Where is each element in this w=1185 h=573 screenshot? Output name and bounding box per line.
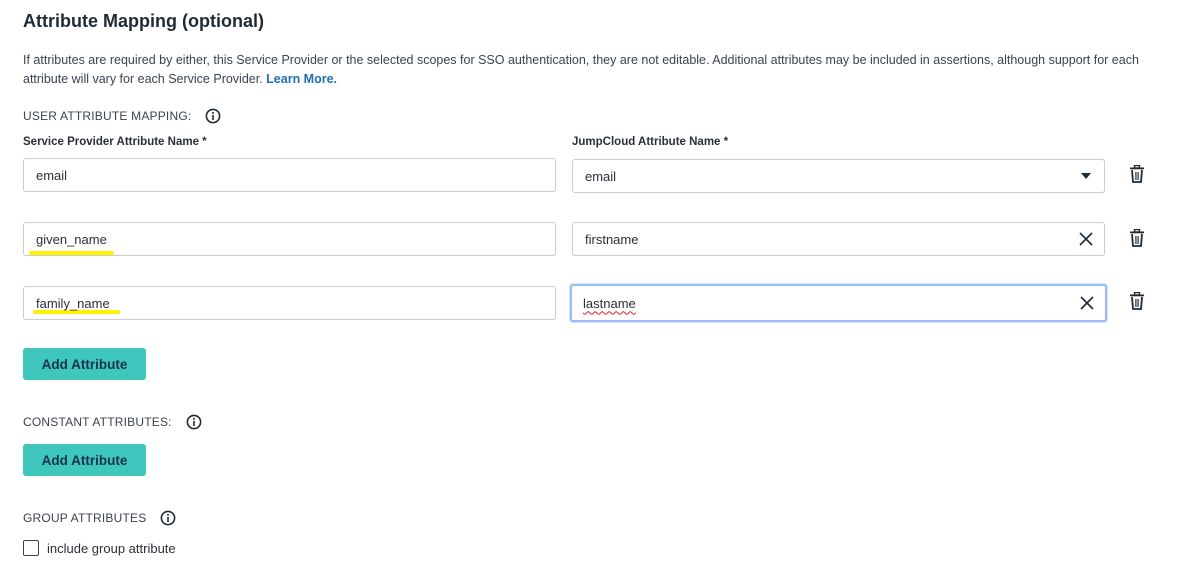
- clear-x-icon[interactable]: [1079, 295, 1095, 311]
- sp-attribute-value: given_name: [36, 231, 107, 247]
- delete-row-trash-icon[interactable]: [1128, 228, 1146, 248]
- sp-attribute-column-label: Service Provider Attribute Name *: [23, 136, 207, 148]
- include-group-attribute-row: include group attribute: [23, 540, 176, 556]
- add-constant-attribute-button[interactable]: Add Attribute: [23, 444, 146, 476]
- sp-attribute-input-given-name[interactable]: given_name: [23, 222, 556, 256]
- info-icon[interactable]: [160, 510, 176, 526]
- dropdown-caret-icon[interactable]: [1078, 168, 1094, 184]
- jc-attribute-input-firstname[interactable]: firstname: [572, 222, 1105, 256]
- constant-attributes-label: CONSTANT ATTRIBUTES:: [23, 414, 202, 430]
- jc-attribute-value: firstname: [585, 231, 639, 247]
- section-description: If attributes are required by either, th…: [23, 51, 1163, 89]
- yellow-highlight-mark: [29, 251, 114, 255]
- group-attributes-label-text: GROUP ATTRIBUTES: [23, 511, 147, 525]
- info-icon[interactable]: [205, 108, 221, 124]
- jc-attribute-value: email: [585, 168, 617, 184]
- sp-attribute-input-family-name[interactable]: family_name: [23, 286, 556, 320]
- learn-more-link[interactable]: Learn More.: [266, 72, 337, 86]
- sp-attribute-input-email[interactable]: email: [23, 158, 556, 192]
- add-user-attribute-button[interactable]: Add Attribute: [23, 348, 146, 380]
- constant-attributes-label-text: CONSTANT ATTRIBUTES:: [23, 415, 172, 429]
- jc-attribute-input-lastname[interactable]: lastname: [570, 284, 1107, 322]
- delete-row-trash-icon[interactable]: [1128, 164, 1146, 184]
- include-group-attribute-label[interactable]: include group attribute: [47, 541, 176, 556]
- yellow-highlight-mark: [33, 310, 120, 314]
- include-group-attribute-checkbox[interactable]: [23, 540, 39, 556]
- jc-attribute-select-email[interactable]: email: [572, 159, 1105, 193]
- sp-attribute-value: email: [36, 167, 68, 183]
- user-mapping-label-text: USER ATTRIBUTE MAPPING:: [23, 109, 192, 123]
- jc-attribute-value: lastname: [583, 295, 636, 311]
- sp-attribute-value: family_name: [36, 295, 110, 311]
- user-attribute-mapping-label: USER ATTRIBUTE MAPPING:: [23, 108, 221, 124]
- info-icon[interactable]: [186, 414, 202, 430]
- delete-row-trash-icon[interactable]: [1128, 291, 1146, 311]
- section-title: Attribute Mapping (optional): [23, 11, 264, 31]
- clear-x-icon[interactable]: [1078, 231, 1094, 247]
- description-text: If attributes are required by either, th…: [23, 53, 1139, 86]
- group-attributes-label: GROUP ATTRIBUTES: [23, 510, 176, 526]
- jc-attribute-column-label: JumpCloud Attribute Name *: [572, 136, 729, 148]
